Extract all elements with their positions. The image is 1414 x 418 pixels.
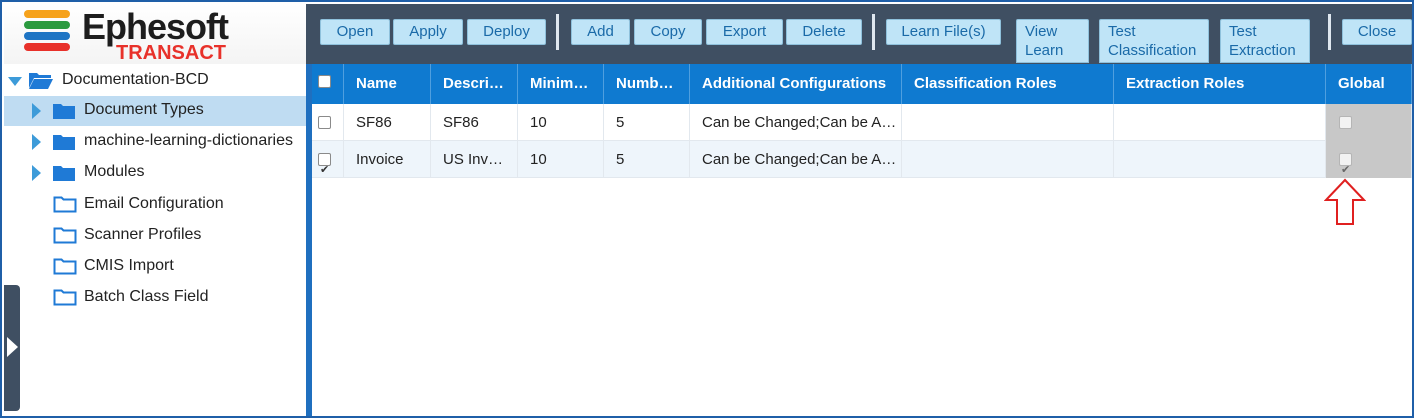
test-classification-label-line1: Test — [1108, 23, 1136, 40]
tree-item-document-types[interactable]: Document Types — [4, 96, 306, 126]
tree-item-scanner-profiles[interactable]: Scanner Profiles — [4, 221, 306, 251]
folder-icon — [53, 166, 75, 181]
cell-classification-roles — [902, 141, 1114, 178]
tree-item-label: CMIS Import — [84, 257, 174, 274]
global-checkbox[interactable] — [1339, 151, 1352, 178]
tree-item-label: machine-learning-dictionaries — [84, 132, 293, 149]
cell-description: SF86 — [431, 104, 518, 141]
header-description[interactable]: Descri… — [431, 64, 518, 104]
cell-global — [1326, 141, 1412, 178]
tree-root[interactable]: Documentation-BCD — [4, 66, 306, 96]
cell-number: 5 — [604, 104, 690, 141]
learn-files-button[interactable]: Learn File(s) — [886, 19, 1001, 45]
document-types-grid: Name Descri… Minim… Numb… Additional Con… — [312, 64, 1412, 416]
header-name[interactable]: Name — [344, 64, 431, 104]
folder-outline-icon — [53, 227, 77, 244]
cell-extraction-roles — [1114, 104, 1326, 141]
chevron-right-icon[interactable] — [32, 103, 41, 119]
folder-icon — [53, 104, 75, 119]
tree-root-label: Documentation-BCD — [62, 71, 209, 88]
test-extraction-label-line2: Extraction — [1229, 42, 1296, 59]
tree-item-cmis-import[interactable]: CMIS Import — [4, 252, 306, 282]
global-checkbox[interactable] — [1339, 116, 1352, 129]
tree-item-email-configuration[interactable]: Email Configuration — [4, 190, 306, 220]
tree-item-modules[interactable]: Modules — [4, 158, 306, 188]
row-select-cell — [312, 141, 344, 178]
chevron-down-icon[interactable] — [8, 77, 22, 86]
annotation-up-arrow-icon — [1324, 178, 1366, 225]
grid-header: Name Descri… Minim… Numb… Additional Con… — [312, 64, 1412, 104]
export-button[interactable]: Export — [706, 19, 783, 45]
header-additional-configurations[interactable]: Additional Configurations — [690, 64, 902, 104]
row-checkbox[interactable] — [318, 116, 331, 129]
cell-name: SF86 — [344, 104, 431, 141]
open-button[interactable]: Open — [320, 19, 390, 45]
tree-item-machine-learning-dictionaries[interactable]: machine-learning-dictionaries — [4, 127, 306, 157]
panel-toggle-tab[interactable] — [4, 285, 20, 411]
header-classification-roles[interactable]: Classification Roles — [902, 64, 1114, 104]
header-extraction-roles[interactable]: Extraction Roles — [1114, 64, 1326, 104]
toolbar-separator — [872, 14, 875, 50]
apply-button[interactable]: Apply — [393, 19, 463, 45]
tree-item-label: Document Types — [84, 101, 204, 118]
logo-stripes-icon — [24, 10, 70, 51]
chevron-right-icon[interactable] — [32, 165, 41, 181]
tree-item-batch-class-field[interactable]: Batch Class Field — [4, 283, 306, 313]
cell-additional-configurations: Can be Changed;Can be A… — [690, 141, 902, 178]
tree-item-label: Batch Class Field — [84, 288, 209, 305]
table-row[interactable]: Invoice US Inv… 10 5 Can be Changed;Can … — [312, 141, 1412, 178]
header-minimum[interactable]: Minim… — [518, 64, 604, 104]
toolbar: Open Apply Deploy Add Copy Export Delete… — [306, 4, 1412, 64]
folder-outline-icon — [53, 258, 77, 275]
header-number[interactable]: Numb… — [604, 64, 690, 104]
logo: Ephesoft TRANSACT — [4, 4, 306, 64]
tree-item-label: Email Configuration — [84, 195, 224, 212]
toolbar-separator — [1328, 14, 1331, 50]
test-extraction-label-line1: Test — [1229, 23, 1257, 40]
cell-additional-configurations: Can be Changed;Can be A… — [690, 104, 902, 141]
cell-minimum: 10 — [518, 141, 604, 178]
deploy-button[interactable]: Deploy — [467, 19, 546, 45]
test-classification-label-line2: Classification — [1108, 42, 1197, 59]
cell-description: US Inv… — [431, 141, 518, 178]
view-learn-label-line1: View — [1025, 23, 1058, 40]
app-window: Ephesoft TRANSACT Open Apply Deploy Add … — [0, 0, 1414, 418]
row-select-cell — [312, 104, 344, 141]
cell-classification-roles — [902, 104, 1114, 141]
test-extraction-button[interactable]: Test Extraction — [1220, 19, 1310, 63]
delete-button[interactable]: Delete — [786, 19, 862, 45]
view-learn-label-line2: Learn — [1025, 42, 1064, 59]
close-button[interactable]: Close — [1342, 19, 1412, 45]
test-classification-button[interactable]: Test Classification — [1099, 19, 1209, 63]
tree-item-label: Scanner Profiles — [84, 226, 202, 243]
add-button[interactable]: Add — [571, 19, 630, 45]
table-row[interactable]: SF86 SF86 10 5 Can be Changed;Can be A… — [312, 104, 1412, 141]
cell-number: 5 — [604, 141, 690, 178]
header-select-all — [312, 64, 344, 104]
folder-open-icon — [29, 73, 53, 89]
header-global[interactable]: Global — [1326, 64, 1412, 104]
cell-name: Invoice — [344, 141, 431, 178]
folder-outline-icon — [53, 289, 77, 306]
tree-item-label: Modules — [84, 163, 145, 180]
tree-panel: Documentation-BCD Document Types machine… — [4, 64, 306, 416]
folder-outline-icon — [53, 196, 77, 213]
expand-arrow-icon — [7, 337, 18, 357]
select-all-checkbox[interactable] — [318, 75, 331, 88]
toolbar-separator — [556, 14, 559, 50]
cell-extraction-roles — [1114, 141, 1326, 178]
cell-minimum: 10 — [518, 104, 604, 141]
copy-button[interactable]: Copy — [634, 19, 702, 45]
row-checkbox[interactable] — [318, 151, 331, 178]
cell-global — [1326, 104, 1412, 141]
view-learn-button[interactable]: View Learn — [1016, 19, 1089, 63]
folder-icon — [53, 135, 75, 150]
chevron-right-icon[interactable] — [32, 134, 41, 150]
logo-subtitle: TRANSACT — [116, 42, 226, 64]
